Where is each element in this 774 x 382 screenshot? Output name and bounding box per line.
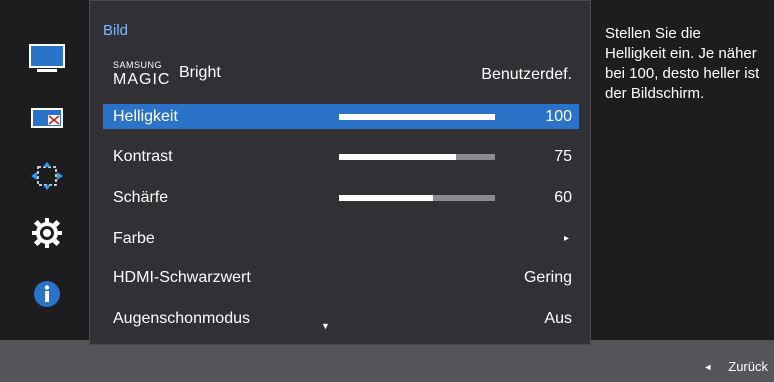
- back-label: Zurück: [728, 359, 768, 374]
- bright-suffix: Bright: [179, 64, 221, 81]
- help-panel: Stellen Sie die Helligkeit ein. Je näher…: [591, 0, 774, 340]
- size-position-menu-icon[interactable]: [21, 156, 73, 196]
- picture-menu-icon[interactable]: [21, 38, 73, 78]
- menu-row-hdmi-schwarzwert[interactable]: HDMI-Schwarzwert Gering: [103, 265, 579, 290]
- menu-title: Bild: [103, 22, 129, 39]
- slider-fill: [339, 154, 456, 160]
- help-text: Stellen Sie die Helligkeit ein. Je näher…: [605, 25, 760, 102]
- picture-in-picture-icon: [31, 108, 63, 128]
- scroll-down-icon[interactable]: ▼: [321, 321, 330, 331]
- row-label: HDMI-Schwarzwert: [113, 268, 251, 286]
- back-arrow-icon: ◄: [703, 361, 713, 372]
- row-value: Gering: [523, 268, 572, 286]
- row-value: 75: [554, 147, 572, 165]
- icon-rail: [0, 0, 89, 340]
- slider-fill: [339, 195, 433, 201]
- menu-row-schaerfe[interactable]: Schärfe 60: [103, 185, 579, 210]
- system-menu-icon[interactable]: [21, 213, 73, 253]
- submenu-arrow-icon: ▸: [563, 233, 569, 244]
- resize-arrows-icon: [31, 162, 63, 190]
- row-label: Augenschonmodus: [113, 309, 250, 327]
- row-label: Farbe: [113, 229, 155, 247]
- row-label: Schärfe: [113, 188, 169, 206]
- menu-row-farbe[interactable]: Farbe ▸: [103, 226, 579, 251]
- menu-row-kontrast[interactable]: Kontrast 75: [103, 144, 579, 169]
- pip-menu-icon[interactable]: [21, 98, 73, 138]
- row-label: Helligkeit: [113, 107, 178, 125]
- footer-bar: ◄ Zurück: [0, 345, 774, 382]
- menu-row-helligkeit[interactable]: Helligkeit 100: [103, 104, 579, 129]
- menu-row-augenschonmodus[interactable]: Augenschonmodus Aus: [103, 306, 579, 331]
- magic-bright-row[interactable]: SAMSUNG MAGIC Bright Benutzerdef.: [103, 60, 579, 88]
- slider-fill: [339, 114, 495, 120]
- osd-screen: Bild SAMSUNG MAGIC Bright Benutzerdef. H…: [0, 0, 774, 382]
- row-value: 100: [545, 107, 572, 125]
- support-menu-icon[interactable]: [21, 274, 73, 314]
- back-button[interactable]: ◄ Zurück: [703, 359, 768, 374]
- row-value: Aus: [544, 309, 572, 327]
- gear-icon: [32, 218, 62, 248]
- monitor-icon: [29, 44, 65, 72]
- sharpness-slider[interactable]: [339, 195, 495, 201]
- samsung-brand: SAMSUNG: [113, 60, 163, 70]
- picture-menu-panel: Bild SAMSUNG MAGIC Bright Benutzerdef. H…: [89, 0, 591, 345]
- row-label: Kontrast: [113, 147, 173, 165]
- magic-bright-value: Benutzerdef.: [481, 65, 572, 83]
- info-icon: [34, 281, 60, 307]
- row-value: 60: [554, 188, 572, 206]
- brightness-slider[interactable]: [339, 114, 495, 120]
- contrast-slider[interactable]: [339, 154, 495, 160]
- magic-brand: MAGIC: [113, 71, 171, 88]
